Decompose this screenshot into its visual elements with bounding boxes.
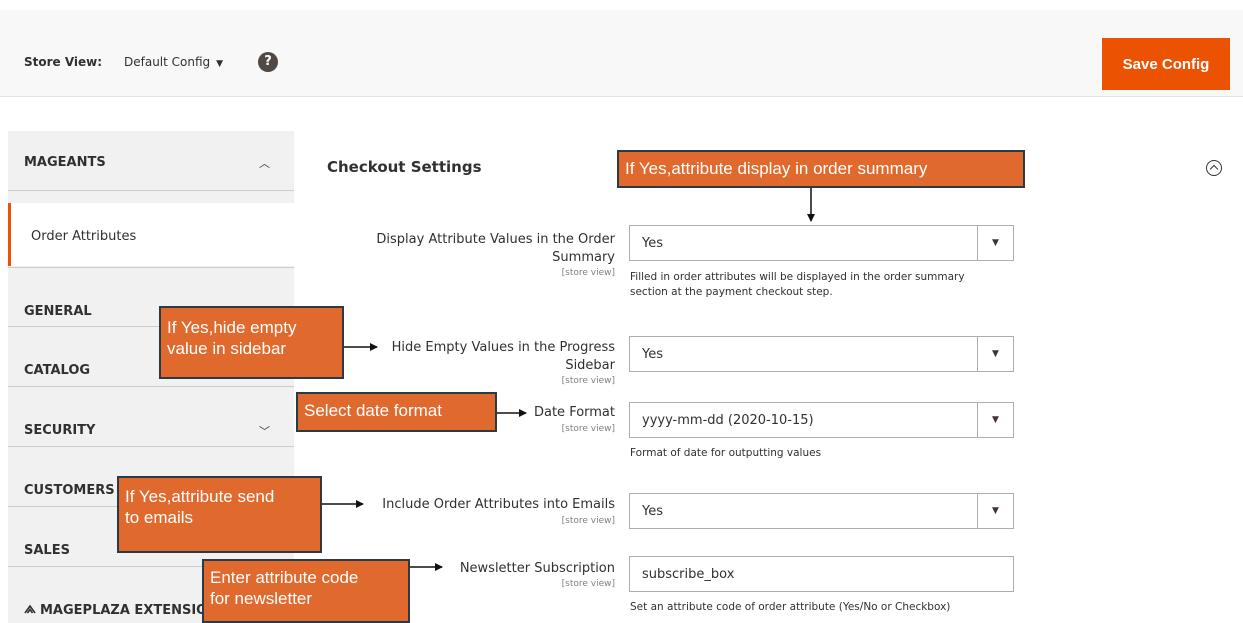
- store-view-label: Store View:: [24, 55, 103, 69]
- date-format-select[interactable]: yyyy-mm-dd (2020-10-15) ▼: [629, 402, 1014, 438]
- save-config-button[interactable]: Save Config: [1102, 38, 1230, 90]
- sidebar-tab-security[interactable]: SECURITY ﹀: [8, 387, 294, 447]
- callout-emails: If Yes,attribute send to emails: [117, 476, 322, 553]
- store-view-switcher[interactable]: Default Config ▼: [124, 55, 223, 69]
- sidebar-tab-label: MAGEANTS: [24, 155, 106, 170]
- sidebar-tab-label: SALES: [24, 543, 70, 558]
- sidebar-tab-label: MAGEPLAZA EXTENSIO: [40, 603, 208, 618]
- mageplaza-logo-icon: [24, 604, 36, 614]
- scope-label: [store view]: [561, 376, 615, 386]
- chevron-up-icon: ︿: [259, 157, 270, 170]
- select-value: Yes: [642, 347, 663, 362]
- scope-label: [store view]: [561, 424, 615, 434]
- help-icon[interactable]: ?: [258, 52, 278, 72]
- callout-order-summary: If Yes,attribute display in order summar…: [617, 150, 1025, 188]
- select-arrow-icon: ▼: [977, 337, 1013, 371]
- sidebar-tab-mageants[interactable]: MAGEANTS ︿: [8, 131, 294, 191]
- hide-empty-values-select[interactable]: Yes ▼: [629, 336, 1014, 372]
- scope-label: [store view]: [561, 516, 615, 526]
- newsletter-subscription-input[interactable]: [629, 556, 1014, 592]
- sidebar-tab-label: GENERAL: [24, 304, 92, 319]
- sidebar-tab-label: CATALOG: [24, 363, 91, 378]
- field-note: Filled in order attributes will be displ…: [630, 271, 965, 298]
- collapse-section-icon[interactable]: [1206, 160, 1222, 176]
- select-value: Yes: [642, 236, 663, 251]
- sidebar-item-order-attributes[interactable]: Order Attributes: [8, 203, 294, 266]
- sidebar-item-label: Order Attributes: [31, 229, 137, 244]
- scope-label: [store view]: [561, 579, 615, 589]
- select-arrow-icon: ▼: [977, 226, 1013, 260]
- display-attribute-values-select[interactable]: Yes ▼: [629, 225, 1014, 261]
- chevron-down-icon: ﹀: [259, 425, 270, 438]
- field-label-hide-empty-values: Hide Empty Values in the Progress Sideba…: [391, 340, 615, 373]
- scope-label: [store view]: [561, 268, 615, 278]
- store-view-value: Default Config: [124, 55, 211, 69]
- select-value: yyyy-mm-dd (2020-10-15): [642, 413, 814, 428]
- field-label-newsletter-subscription: Newsletter Subscription: [459, 561, 615, 576]
- select-arrow-icon: ▼: [977, 494, 1013, 528]
- select-arrow-icon: ▼: [977, 403, 1013, 437]
- select-value: Yes: [642, 504, 663, 519]
- section-title: Checkout Settings: [327, 158, 482, 176]
- field-label-include-emails: Include Order Attributes into Emails: [382, 497, 615, 512]
- store-view-bar: Store View: Default Config ▼ ? Save Confi…: [0, 10, 1243, 97]
- callout-newsletter: Enter attribute code for newsletter: [202, 559, 410, 623]
- include-emails-select[interactable]: Yes ▼: [629, 493, 1014, 529]
- field-label-date-format: Date Format: [533, 405, 615, 420]
- sidebar-tab-label: CUSTOMERS: [24, 483, 115, 498]
- field-label-display-attribute-values: Display Attribute Values in the Order Su…: [376, 232, 615, 265]
- caret-down-icon: ▼: [216, 59, 224, 69]
- callout-date-format: Select date format: [296, 392, 497, 432]
- callout-hide-empty: If Yes,hide empty value in sidebar: [159, 306, 344, 379]
- sidebar-tab-label: SECURITY: [24, 423, 96, 438]
- field-note: Format of date for outputting values: [630, 447, 822, 459]
- field-note: Set an attribute code of order attribute…: [630, 601, 951, 613]
